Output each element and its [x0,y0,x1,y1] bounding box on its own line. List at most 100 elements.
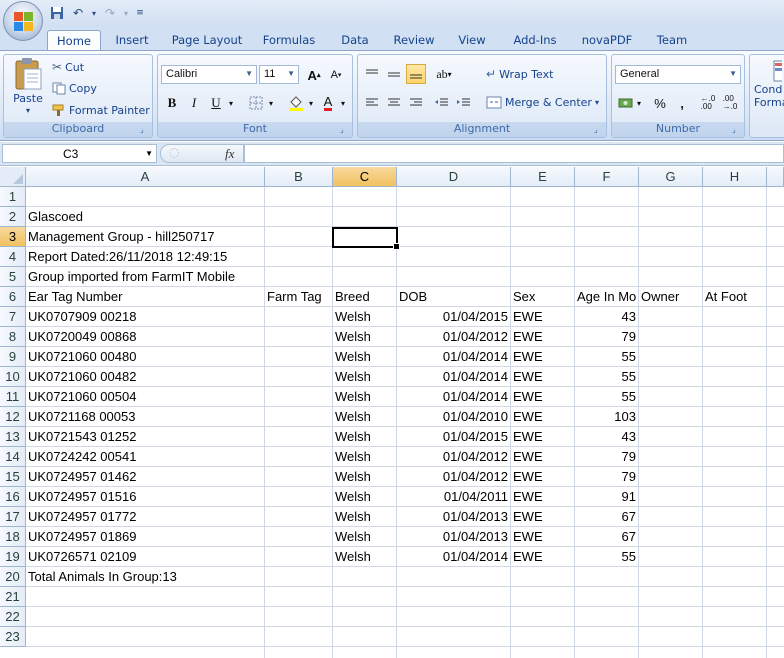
column-header[interactable] [767,167,784,187]
row-header[interactable]: 11 [0,387,26,407]
clipboard-launcher-icon[interactable]: ⌟ [140,125,150,135]
cell[interactable]: Breed [333,287,397,307]
cell[interactable]: EWE [511,547,575,567]
cell[interactable]: Ear Tag Number [26,287,265,307]
row-header[interactable]: 20 [0,567,26,587]
cell[interactable]: EWE [511,487,575,507]
cell[interactable]: EWE [511,367,575,387]
grow-font-icon[interactable]: A ▴ [304,65,324,85]
row-header[interactable]: 10 [0,367,26,387]
row-header[interactable]: 21 [0,587,26,607]
cell[interactable]: At Foot [703,287,767,307]
redo-dropdown-icon[interactable]: ▾ [122,4,130,22]
number-launcher-icon[interactable]: ⌟ [732,125,742,135]
row-header[interactable]: 2 [0,207,26,227]
cell[interactable]: 01/04/2013 [397,527,511,547]
cell[interactable]: UK0724957 01462 [26,467,265,487]
cell[interactable]: 103 [575,407,639,427]
column-header[interactable]: B [265,167,333,187]
cell[interactable]: 79 [575,447,639,467]
cell[interactable]: Welsh [333,487,397,507]
cell[interactable]: Owner [639,287,703,307]
cell[interactable]: UK0720049 00868 [26,327,265,347]
cell[interactable]: UK0726571 02109 [26,547,265,567]
cell[interactable]: 01/04/2012 [397,447,511,467]
cell[interactable]: Welsh [333,547,397,567]
paste-button[interactable]: Paste ▾ [8,57,48,115]
row-header[interactable]: 6 [0,287,26,307]
underline-dropdown-icon[interactable]: ▾ [226,93,236,113]
align-right-icon[interactable] [406,93,426,113]
cell[interactable]: 55 [575,387,639,407]
cell[interactable]: 01/04/2015 [397,307,511,327]
cell[interactable]: 91 [575,487,639,507]
font-launcher-icon[interactable]: ⌟ [340,125,350,135]
row-header[interactable]: 7 [0,307,26,327]
cell[interactable]: UK0707909 00218 [26,307,265,327]
copy-button[interactable]: Copy [52,82,97,95]
cut-button[interactable]: ✂ Cut [52,60,84,74]
italic-icon[interactable]: I [184,93,204,113]
cell[interactable]: Welsh [333,347,397,367]
cell[interactable]: EWE [511,307,575,327]
undo-icon[interactable]: ↶ [69,4,87,22]
accounting-format-icon[interactable] [616,93,636,113]
row-header[interactable]: 13 [0,427,26,447]
office-button[interactable] [3,1,43,41]
cell[interactable]: 01/04/2014 [397,367,511,387]
cell[interactable]: 01/04/2014 [397,347,511,367]
row-header[interactable]: 23 [0,627,26,647]
row-header[interactable]: 18 [0,527,26,547]
column-header[interactable]: E [511,167,575,187]
cell[interactable]: Welsh [333,367,397,387]
cell[interactable]: Welsh [333,507,397,527]
cell[interactable]: EWE [511,527,575,547]
cell[interactable]: 55 [575,367,639,387]
row-header[interactable]: 12 [0,407,26,427]
font-color-icon[interactable]: A [318,93,338,113]
cell[interactable]: UK0721543 01252 [26,427,265,447]
cell[interactable]: Group imported from FarmIT Mobile [26,267,265,287]
cell[interactable]: UK0724242 00541 [26,447,265,467]
name-box[interactable]: C3 ▼ [2,144,157,163]
cell[interactable]: UK0724957 01516 [26,487,265,507]
row-header[interactable]: 16 [0,487,26,507]
row-header[interactable]: 22 [0,607,26,627]
cell[interactable]: Welsh [333,427,397,447]
align-center-icon[interactable] [384,93,404,113]
cell[interactable]: Sex [511,287,575,307]
cell[interactable]: 01/04/2015 [397,427,511,447]
tab-formulas[interactable]: Formulas [258,30,320,50]
cell[interactable]: EWE [511,407,575,427]
cell[interactable]: Welsh [333,467,397,487]
increase-decimal-icon[interactable]: ←.0.00 [698,93,718,113]
cell[interactable]: EWE [511,467,575,487]
cell[interactable]: EWE [511,347,575,367]
tab-data[interactable]: Data [334,30,376,50]
wrap-text-button[interactable]: ↵ Wrap Text [486,67,553,81]
cell[interactable]: EWE [511,387,575,407]
bold-icon[interactable]: B [162,93,182,113]
tab-review[interactable]: Review [388,30,440,50]
cell[interactable]: Welsh [333,327,397,347]
cell[interactable]: 01/04/2013 [397,507,511,527]
cell[interactable]: 01/04/2012 [397,327,511,347]
row-header[interactable]: 1 [0,187,26,207]
decrease-decimal-icon[interactable]: .00 →.0 [720,93,740,113]
cell[interactable]: Farm Tag [265,287,333,307]
column-header[interactable]: C [333,167,397,187]
accounting-dropdown-icon[interactable]: ▾ [634,93,644,113]
row-header[interactable]: 4 [0,247,26,267]
tab-add-ins[interactable]: Add-Ins [506,30,564,50]
underline-icon[interactable]: U [206,93,226,113]
cell[interactable]: Total Animals In Group:13 [26,567,265,587]
font-size-combo[interactable]: 11 ▼ [259,65,299,84]
alignment-launcher-icon[interactable]: ⌟ [594,125,604,135]
redo-icon[interactable]: ↷ [101,4,119,22]
insert-function-icon[interactable]: fx [225,146,234,162]
fill-color-icon[interactable] [286,93,306,113]
format-painter-button[interactable]: Format Painter [52,104,150,117]
customize-qat-icon[interactable]: ≡ [133,4,147,22]
cell[interactable]: UK0721060 00480 [26,347,265,367]
conditional-formatting-button[interactable]: Cond Forma [754,57,784,109]
